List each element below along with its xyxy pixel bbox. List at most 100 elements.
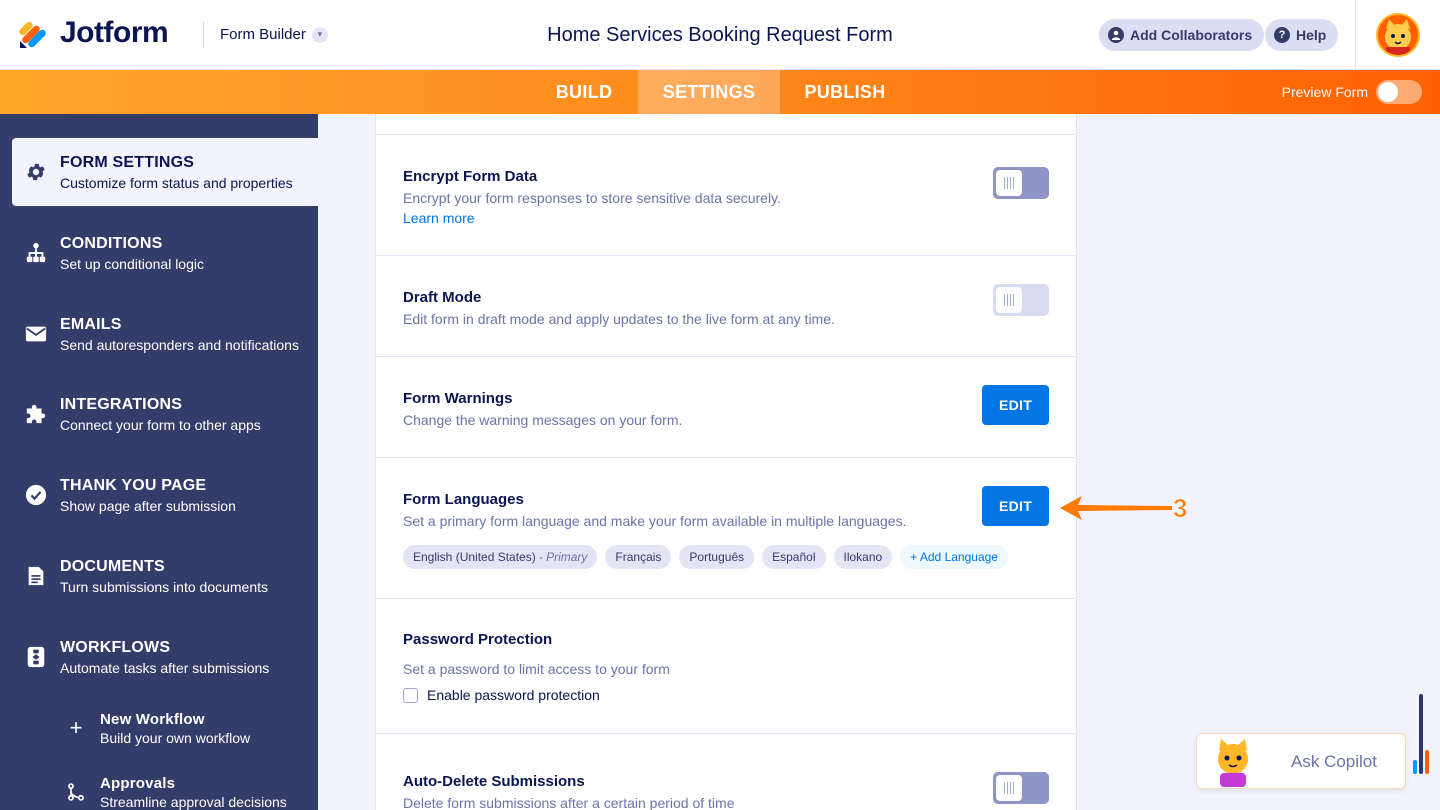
form-warnings-description: Change the warning messages on your form… [403,412,683,428]
settings-row-encrypt: Encrypt Form Data Encrypt your form resp… [376,135,1076,256]
form-warnings-edit-button[interactable]: EDIT [982,385,1049,425]
step-annotation: 3 [1056,490,1202,526]
sidebar-subitem-title: Approvals [100,774,176,792]
settings-row-previous [376,114,1076,135]
sidebar-item-workflows[interactable]: WORKFLOWS Automate tasks after submissio… [12,623,318,691]
settings-row-form-languages: Form Languages Set a primary form langua… [376,458,1076,599]
enable-password-checkbox-row[interactable]: Enable password protection [403,687,600,703]
sidebar-item-new-workflow[interactable]: + New Workflow Build your own workflow [60,704,310,752]
learn-more-link[interactable]: Learn more [403,210,475,226]
sidebar-subitem-title: New Workflow [100,710,205,728]
sidebar-item-subtitle: Show page after submission [60,497,236,514]
form-languages-description: Set a primary form language and make you… [403,513,907,529]
toggle-knob [996,775,1022,801]
sidebar-item-title: THANK YOU PAGE [60,476,207,494]
puzzle-icon [24,402,48,426]
jotform-side-brand-icon [1410,690,1436,790]
form-builder-label: Form Builder [220,26,306,43]
top-header: Jotform Form Builder ▾ Home Services Boo… [0,0,1440,70]
workflow-icon [24,645,48,669]
sidebar-item-subtitle: Send autoresponders and notifications [60,336,299,353]
sidebar-item-subtitle: Connect your form to other apps [60,416,261,433]
language-chip-primary[interactable]: English (United States) - Primary [403,545,598,569]
tab-publish[interactable]: PUBLISH [780,70,910,114]
add-collaborators-button[interactable]: Add Collaborators [1099,19,1265,51]
primary-tag: - Primary [538,550,588,564]
tab-build[interactable]: BUILD [530,70,638,114]
sidebar-item-form-settings[interactable]: FORM SETTINGS Customize form status and … [12,138,318,206]
language-chip[interactable]: Ilokano [833,545,893,569]
step-number: 3 [1173,493,1187,523]
preview-form[interactable]: Preview Form [1282,80,1422,104]
sitemap-icon [24,241,48,265]
gear-icon [24,160,48,184]
tab-settings[interactable]: SETTINGS [638,70,780,114]
settings-row-password-protection: Password Protection Set a password to li… [376,599,1076,734]
jotform-logo[interactable]: Jotform [18,16,169,50]
add-language-button[interactable]: + Add Language [900,545,1008,569]
encrypt-description: Encrypt your form responses to store sen… [403,190,781,206]
approval-flow-icon [64,780,88,804]
help-label: Help [1296,27,1327,43]
envelope-icon [24,322,48,346]
question-icon: ? [1274,27,1290,43]
sidebar-item-subtitle: Set up conditional logic [60,255,204,272]
sidebar-item-title: CONDITIONS [60,234,163,252]
encrypt-toggle[interactable] [993,167,1049,199]
sidebar-item-title: WORKFLOWS [60,638,171,656]
language-chip[interactable]: Português [679,545,755,569]
document-icon [24,564,48,588]
preview-form-toggle[interactable] [1376,80,1422,104]
settings-row-draft-mode: Draft Mode Edit form in draft mode and a… [376,256,1076,357]
sidebar-item-subtitle: Turn submissions into documents [60,578,269,595]
sidebar-subitem-subtitle: Build your own workflow [100,729,251,746]
enable-password-checkbox[interactable] [403,687,418,703]
password-protection-title: Password Protection [403,631,553,648]
ask-copilot-label: Ask Copilot [1291,752,1377,771]
settings-panel: Encrypt Form Data Encrypt your form resp… [375,114,1077,810]
auto-delete-title: Auto-Delete Submissions [403,773,585,790]
password-protection-description: Set a password to limit access to your f… [403,661,670,677]
draft-mode-title: Draft Mode [403,289,482,306]
main-nav: BUILD SETTINGS PUBLISH Preview Form [0,70,1440,114]
auto-delete-description: Delete form submissions after a certain … [403,795,735,810]
form-languages-edit-button[interactable]: EDIT [982,486,1049,526]
sidebar-item-documents[interactable]: DOCUMENTS Turn submissions into document… [12,542,318,610]
sidebar-item-subtitle: Customize form status and properties [60,174,293,191]
settings-row-auto-delete: Auto-Delete Submissions Delete form subm… [376,734,1076,810]
plus-icon: + [69,715,83,740]
language-chip[interactable]: Français [605,545,672,569]
enable-password-label: Enable password protection [427,687,600,703]
sidebar-item-thank-you-page[interactable]: THANK YOU PAGE Show page after submissio… [12,461,318,529]
ask-copilot-button[interactable]: Ask Copilot [1196,733,1406,789]
settings-row-form-warnings: Form Warnings Change the warning message… [376,357,1076,458]
user-icon [1108,27,1124,43]
draft-mode-toggle[interactable] [993,284,1049,316]
header-divider [203,22,204,48]
sidebar-item-title: INTEGRATIONS [60,395,183,413]
sidebar-item-approvals[interactable]: Approvals Streamline approval decisions [60,768,310,810]
sidebar-item-integrations[interactable]: INTEGRATIONS Connect your form to other … [12,380,318,448]
sidebar-item-subtitle: Automate tasks after submissions [60,659,270,676]
language-chip-label: English (United States) [413,550,536,564]
jotform-logo-icon [18,17,50,49]
auto-delete-toggle[interactable] [993,772,1049,804]
cat-avatar-icon [1385,19,1411,55]
form-warnings-title: Form Warnings [403,390,513,407]
sidebar-item-title: EMAILS [60,315,122,333]
draft-mode-description: Edit form in draft mode and apply update… [403,311,835,327]
logo-text: Jotform [60,16,169,49]
form-builder-dropdown[interactable]: Form Builder ▾ [220,26,328,43]
language-chips: English (United States) - Primary França… [403,545,1008,569]
avatar[interactable] [1376,13,1420,57]
preview-form-label: Preview Form [1281,84,1368,100]
sidebar-item-title: FORM SETTINGS [60,153,195,171]
language-chip[interactable]: Español [762,545,826,569]
toggle-knob [996,287,1022,313]
form-title[interactable]: Home Services Booking Request Form [547,24,893,46]
sidebar-item-conditions[interactable]: CONDITIONS Set up conditional logic [12,219,318,287]
sidebar-item-emails[interactable]: EMAILS Send autoresponders and notificat… [12,300,318,368]
help-button[interactable]: ? Help [1265,19,1339,51]
settings-sidebar: FORM SETTINGS Customize form status and … [0,114,318,810]
check-circle-icon [24,483,48,507]
